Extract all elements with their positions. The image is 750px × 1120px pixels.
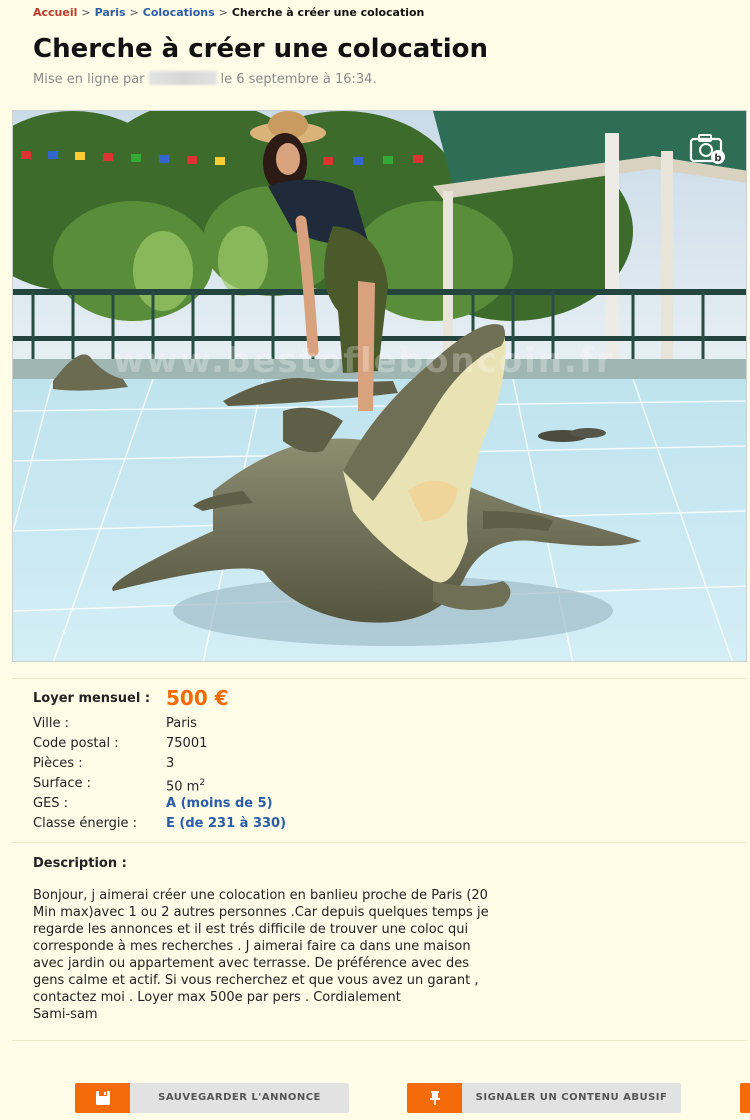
save-ad-button[interactable]: SAUVEGARDER L'ANNONCE	[75, 1083, 349, 1113]
detail-row-surface: Surface : 50 m2	[33, 776, 533, 796]
description-line: Bonjour, j aimerai créer une colocation …	[33, 888, 488, 903]
posted-info: Mise en ligne par le 6 septembre à 16:34.	[33, 71, 377, 87]
ad-details: Loyer mensuel : 500 € Ville : Paris Code…	[33, 686, 533, 836]
ad-photo[interactable]: www.bestofleboncoin.fr b	[12, 110, 747, 662]
breadcrumb-current: Cherche à créer une colocation	[231, 6, 425, 19]
breadcrumb-separator: >	[218, 6, 228, 19]
page-title: Cherche à créer une colocation	[33, 34, 489, 64]
detail-value: 75001	[166, 736, 208, 751]
detail-row-city: Ville : Paris	[33, 716, 533, 736]
svg-text:b: b	[714, 153, 721, 164]
divider	[12, 842, 747, 843]
energy-class-link[interactable]: E (de 231 à 330)	[166, 816, 286, 831]
rent-value: 500 €	[166, 686, 229, 710]
detail-row-postcode: Code postal : 75001	[33, 736, 533, 756]
floppy-disk-icon	[75, 1083, 130, 1113]
breadcrumb-home-link[interactable]: Accueil	[33, 6, 77, 19]
detail-row-energy: Classe énergie : E (de 231 à 330)	[33, 816, 533, 836]
detail-label: Ville :	[33, 716, 69, 731]
detail-label: Pièces :	[33, 756, 83, 771]
description-line: Sami-sam	[33, 1007, 98, 1022]
ad-photo-illustration	[13, 111, 746, 661]
rent-label: Loyer mensuel :	[33, 691, 151, 706]
detail-label: Surface :	[33, 776, 92, 791]
divider	[12, 678, 747, 679]
save-ad-label: SAUVEGARDER L'ANNONCE	[158, 1092, 321, 1103]
description-title: Description :	[33, 856, 127, 871]
breadcrumb-separator: >	[129, 6, 139, 19]
rent-row: Loyer mensuel : 500 €	[33, 686, 533, 716]
description-line: avec jardin ou appartement avec terrasse…	[33, 956, 470, 971]
detail-row-rooms: Pièces : 3	[33, 756, 533, 776]
posted-prefix: Mise en ligne par	[33, 72, 145, 87]
detail-label: Classe énergie :	[33, 816, 138, 831]
breadcrumb-category-link[interactable]: Colocations	[143, 6, 215, 19]
surface-value: 50 m	[166, 779, 200, 795]
report-abuse-button[interactable]: SIGNALER UN CONTENU ABUSIF	[407, 1083, 681, 1113]
posted-date: le 6 septembre à 16:34.	[220, 72, 377, 87]
description-line: Min max)avec 1 ou 2 autres personnes .Ca…	[33, 905, 489, 920]
surface-unit-exponent: 2	[199, 778, 206, 788]
pin-icon	[407, 1083, 462, 1113]
report-abuse-label: SIGNALER UN CONTENU ABUSIF	[475, 1092, 668, 1103]
divider	[12, 1040, 747, 1041]
watermark: www.bestofleboncoin.fr	[113, 341, 615, 381]
description-line: corresponde à mes recherches . J aimerai…	[33, 939, 471, 954]
detail-value-surface: 50 m2	[166, 778, 205, 794]
ges-link[interactable]: A (moins de 5)	[166, 796, 273, 811]
breadcrumb-city-link[interactable]: Paris	[95, 6, 126, 19]
description-line: gens calme et actif. Si vous recherchez …	[33, 973, 479, 988]
share-button[interactable]	[740, 1083, 750, 1113]
detail-row-ges: GES : A (moins de 5)	[33, 796, 533, 816]
detail-label: Code postal :	[33, 736, 119, 751]
detail-label: GES :	[33, 796, 69, 811]
camera-icon[interactable]: b	[689, 133, 729, 167]
description-line: regarde les annonces et il est trés diff…	[33, 922, 469, 937]
detail-value: Paris	[166, 716, 197, 731]
description-body: Bonjour, j aimerai créer une colocation …	[33, 887, 508, 1023]
blurred-username	[148, 71, 217, 85]
detail-value: 3	[166, 756, 175, 771]
description-line: contactez moi . Loyer max 500e par pers …	[33, 990, 401, 1005]
breadcrumb: Accueil > Paris > Colocations > Cherche à crée…	[33, 6, 424, 19]
breadcrumb-separator: >	[81, 6, 91, 19]
